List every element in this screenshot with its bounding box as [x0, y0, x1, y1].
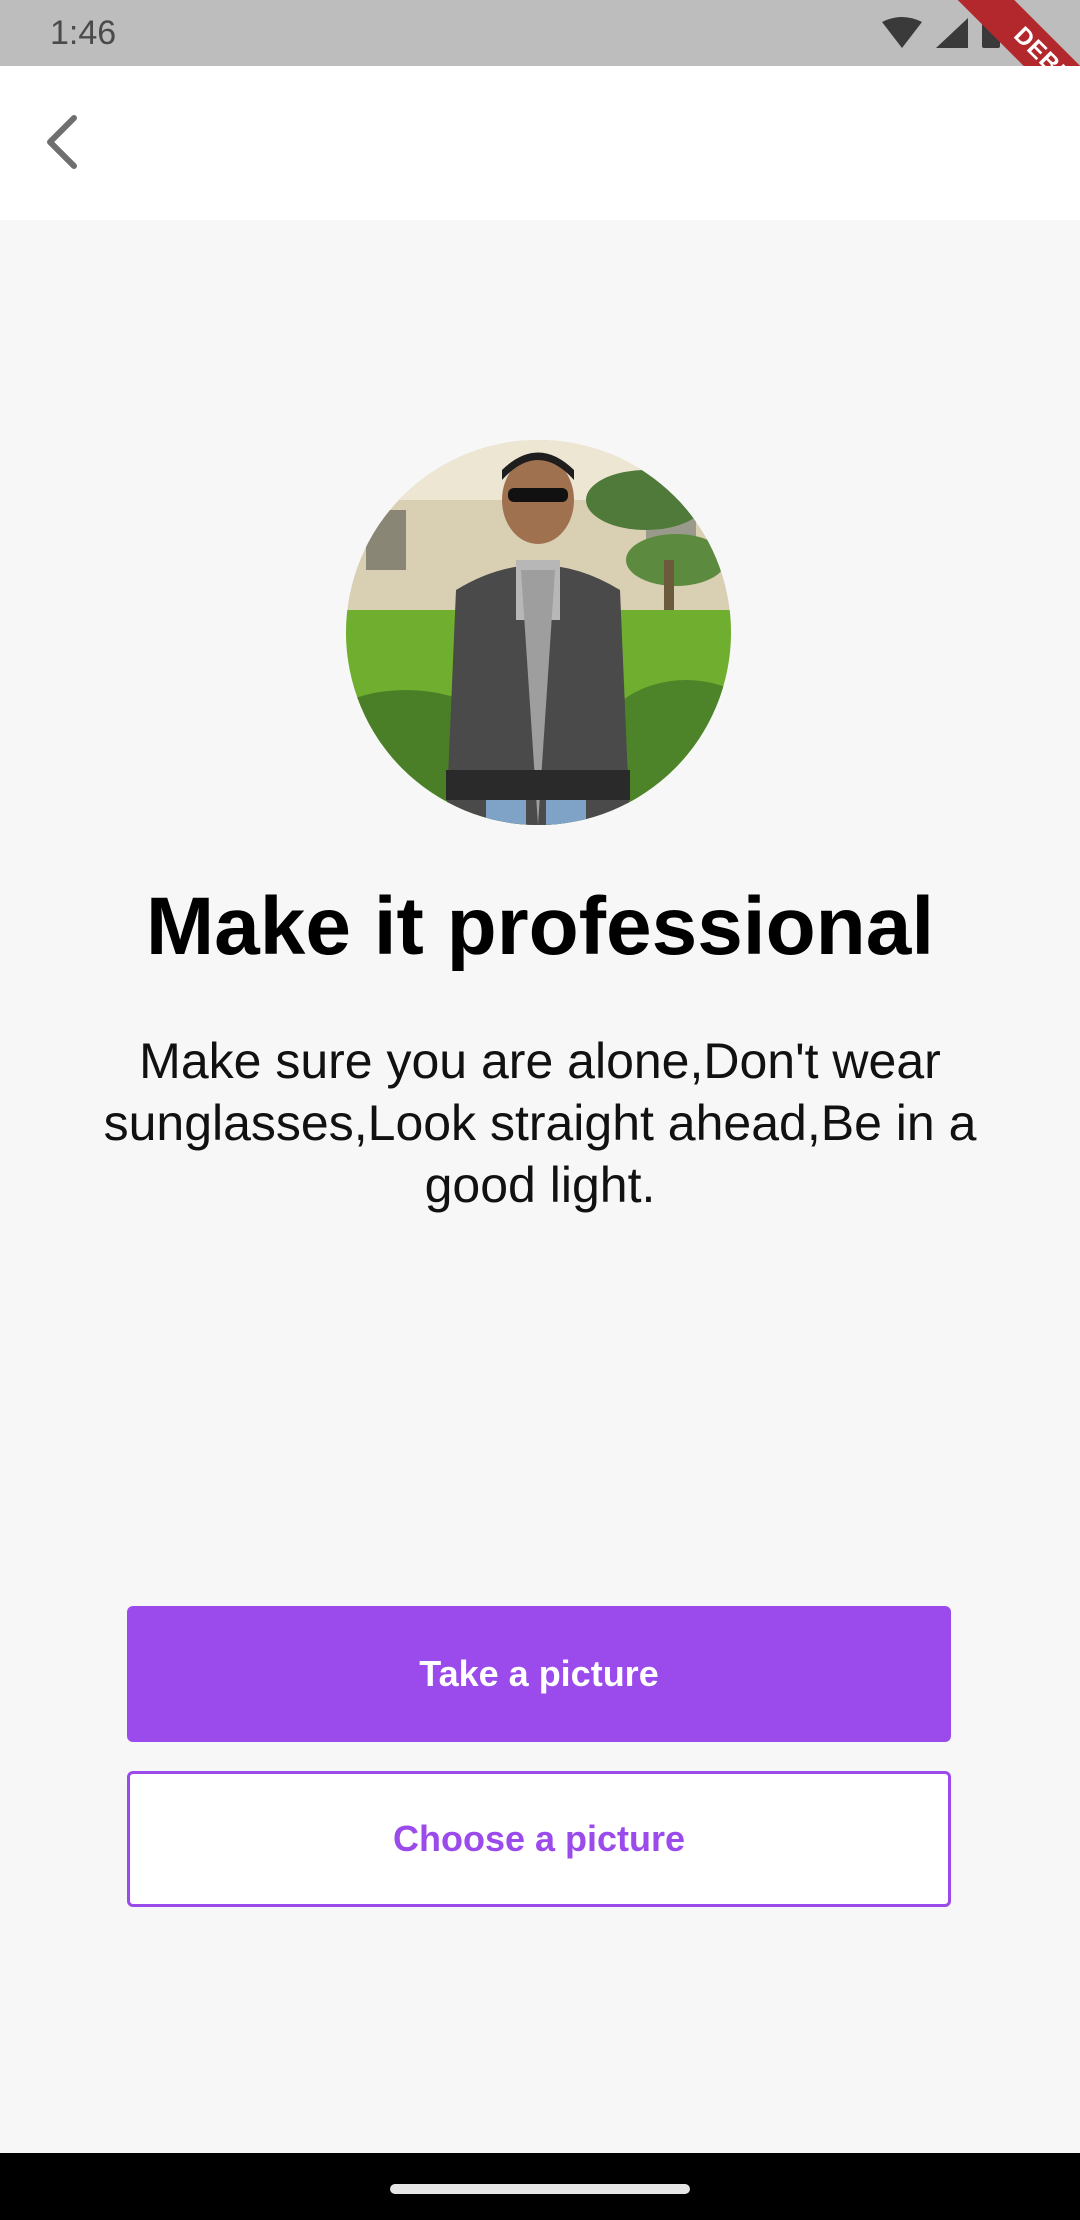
app-bar: [0, 66, 1080, 220]
page-title: Make it professional: [145, 881, 935, 972]
instructions-text: Make sure you are alone,Don't wear sungl…: [103, 1033, 977, 1213]
profile-photo: [346, 440, 731, 825]
navigation-bar: [0, 2153, 1080, 2220]
take-picture-button[interactable]: Take a picture: [127, 1606, 951, 1742]
choose-picture-button[interactable]: Choose a picture: [127, 1771, 951, 1907]
home-indicator[interactable]: [390, 2184, 690, 2194]
status-time: 1:46: [50, 14, 117, 52]
back-button[interactable]: [30, 106, 100, 176]
chevron-left-icon: [47, 115, 77, 169]
